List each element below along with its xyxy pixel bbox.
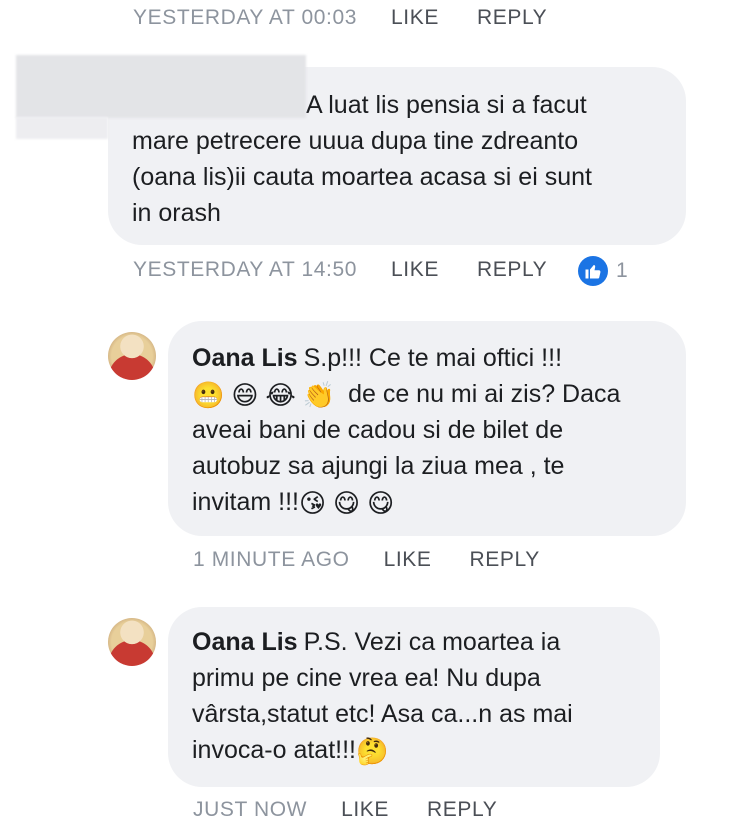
comment-text: Oana Lis S.p!!! Ce te mai oftici !!! 😬 😄 … (192, 340, 662, 520)
comment-meta-row: YESTERDAY AT 14:50 LIKE REPLY (133, 258, 547, 282)
reply-button[interactable]: REPLY (427, 798, 497, 822)
comment-line: invoca-o atat!!! (192, 736, 356, 764)
reply-button[interactable]: REPLY (470, 548, 540, 572)
comment-timestamp: 1 MINUTE AGO (193, 548, 350, 571)
like-button[interactable]: LIKE (391, 258, 439, 282)
yum-emoji-icon: 😋 (333, 488, 361, 518)
comment-line: S.p!!! Ce te mai oftici !!! (303, 344, 563, 372)
comment-text: Oana Lis P.S. Vezi ca moartea ia primu pe… (192, 624, 636, 768)
comment-line: mare petrecere uuua dupa tine zdreanto (132, 127, 579, 155)
comment-meta-row: YESTERDAY AT 00:03 LIKE REPLY (133, 6, 547, 30)
like-button[interactable]: LIKE (341, 798, 389, 822)
reply-button[interactable]: REPLY (477, 6, 547, 30)
comment-author[interactable]: Oana Lis (192, 628, 298, 656)
comment-line: aveai bani de cadou si de bilet de (192, 416, 564, 444)
comment-bubble: Oana Lis P.S. Vezi ca moartea ia primu pe… (168, 607, 660, 787)
reaction-count: 1 (616, 259, 628, 282)
comment-line: invitam !!! (192, 488, 299, 516)
redacted-author (16, 55, 306, 118)
kissing-emoji-icon: 😘 (298, 488, 327, 518)
comment-line: P.S. Vezi ca moartea ia (303, 628, 561, 656)
comment-author[interactable]: Oana Lis (192, 344, 298, 372)
grinning-emoji-icon: 😄 (231, 380, 259, 410)
comment-timestamp: JUST NOW (193, 798, 308, 821)
like-button[interactable]: LIKE (391, 6, 439, 30)
comment-line: in orash (132, 199, 221, 227)
comment-meta-row: JUST NOW LIKE REPLY (193, 798, 497, 822)
clapping-hands-emoji-icon: 👏 (302, 380, 336, 410)
reaction-summary[interactable]: 1 (578, 256, 628, 286)
comment-timestamp: YESTERDAY AT 14:50 (133, 258, 358, 281)
comment-line: (oana lis)ii cauta moartea acasa si ei s… (132, 163, 592, 191)
thumbs-up-icon (578, 256, 608, 286)
comment-line: de ce nu mi ai zis? Daca (348, 380, 621, 408)
comment-line: vârsta,statut etc! Asa ca...n as mai (192, 700, 573, 728)
comment-timestamp: YESTERDAY AT 00:03 (133, 6, 358, 29)
grimacing-emoji-icon: 😬 (192, 380, 225, 410)
comment-line: autobuz sa ajungi la ziua mea , te (192, 452, 565, 480)
comment-line: primu pe cine vrea ea! Nu dupa (192, 664, 541, 692)
tears-of-joy-emoji-icon: 😂 (265, 380, 296, 410)
comment-meta-row: 1 MINUTE AGO LIKE REPLY (193, 548, 540, 572)
avatar[interactable] (108, 618, 156, 666)
yum-emoji-icon: 😋 (367, 488, 395, 518)
reply-button[interactable]: REPLY (477, 258, 547, 282)
thinking-face-emoji-icon: 🤔 (355, 736, 389, 766)
redacted-author (16, 117, 108, 139)
like-button[interactable]: LIKE (384, 548, 432, 572)
comment-bubble: Oana Lis S.p!!! Ce te mai oftici !!! 😬 😄 … (168, 321, 686, 536)
avatar[interactable] (108, 332, 156, 380)
